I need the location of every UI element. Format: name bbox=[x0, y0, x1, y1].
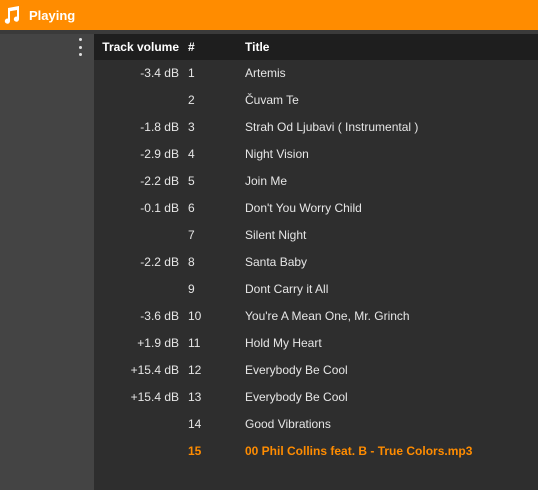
track-title-cell: Hold My Heart bbox=[245, 336, 322, 350]
table-row[interactable]: 14 Good Vibrations bbox=[94, 411, 538, 438]
track-title-cell: You're A Mean One, Mr. Grinch bbox=[245, 309, 410, 323]
track-number-cell: 11 bbox=[188, 336, 201, 350]
table-row[interactable]: -3.4 dB 1 Artemis bbox=[94, 60, 538, 87]
track-title-cell: 00 Phil Collins feat. B - True Colors.mp… bbox=[245, 444, 473, 458]
table-row[interactable]: 2 Čuvam Te bbox=[94, 87, 538, 114]
table-row[interactable]: -2.2 dB 8 Santa Baby bbox=[94, 249, 538, 276]
music-note-icon bbox=[1, 4, 23, 26]
track-volume-cell: +1.9 dB bbox=[137, 336, 179, 350]
track-title-cell: Night Vision bbox=[245, 147, 309, 161]
track-volume-cell: +15.4 dB bbox=[130, 390, 179, 404]
track-title-cell: Don't You Worry Child bbox=[245, 201, 362, 215]
track-volume-cell: -3.4 dB bbox=[140, 66, 179, 80]
track-number-cell: 4 bbox=[188, 147, 195, 161]
track-number-cell: 9 bbox=[188, 282, 195, 296]
playlist: Track volume # Title -3.4 dB 1 Artemis 2 Čuv… bbox=[94, 34, 538, 490]
track-volume-cell: -2.2 dB bbox=[140, 255, 179, 269]
table-row[interactable]: +15.4 dB 12 Everybody Be Cool bbox=[94, 357, 538, 384]
table-row-now-playing[interactable]: 15 00 Phil Collins feat. B - True Colors.… bbox=[94, 438, 538, 465]
track-title-cell: Join Me bbox=[245, 174, 288, 188]
table-row[interactable]: -2.9 dB 4 Night Vision bbox=[94, 141, 538, 168]
column-headers: Track volume # Title bbox=[94, 34, 538, 60]
column-header-title[interactable]: Title bbox=[245, 40, 535, 54]
track-title-cell: Čuvam Te bbox=[245, 93, 299, 107]
table-row[interactable]: -1.8 dB 3 Strah Od Ljubavi ( Instrumental … bbox=[94, 114, 538, 141]
track-number-cell: 1 bbox=[188, 66, 195, 80]
table-row[interactable]: -3.6 dB 10 You're A Mean One, Mr. Grinch bbox=[94, 303, 538, 330]
more-options-icon[interactable] bbox=[76, 38, 84, 56]
track-title-cell: Dont Carry it All bbox=[245, 282, 329, 296]
track-title-cell: Artemis bbox=[245, 66, 286, 80]
track-number-cell: 13 bbox=[188, 390, 202, 404]
track-volume-cell: -1.8 dB bbox=[140, 120, 179, 134]
track-volume-cell: -0.1 dB bbox=[140, 201, 179, 215]
column-header-number[interactable]: # bbox=[188, 40, 228, 54]
track-title-cell: Silent Night bbox=[245, 228, 307, 242]
left-pane bbox=[0, 34, 94, 490]
track-number-cell: 2 bbox=[188, 93, 195, 107]
track-number-cell: 8 bbox=[188, 255, 195, 269]
track-title-cell: Good Vibrations bbox=[245, 417, 331, 431]
column-header-track-volume[interactable]: Track volume bbox=[94, 40, 179, 54]
track-number-cell: 6 bbox=[188, 201, 195, 215]
table-row[interactable]: 7 Silent Night bbox=[94, 222, 538, 249]
track-volume-cell: -2.9 dB bbox=[140, 147, 179, 161]
track-number-cell: 14 bbox=[188, 417, 202, 431]
track-number-cell: 15 bbox=[188, 444, 202, 458]
table-row[interactable]: +1.9 dB 11 Hold My Heart bbox=[94, 330, 538, 357]
table-row[interactable]: 9 Dont Carry it All bbox=[94, 276, 538, 303]
track-title-cell: Strah Od Ljubavi ( Instrumental ) bbox=[245, 120, 419, 134]
table-row[interactable]: -2.2 dB 5 Join Me bbox=[94, 168, 538, 195]
track-volume-cell: +15.4 dB bbox=[130, 363, 179, 377]
track-title-cell: Everybody Be Cool bbox=[245, 390, 348, 404]
track-volume-cell: -3.6 dB bbox=[140, 309, 179, 323]
track-volume-cell: -2.2 dB bbox=[140, 174, 179, 188]
header-title: Playing bbox=[29, 7, 76, 23]
track-number-cell: 10 bbox=[188, 309, 202, 323]
track-number-cell: 12 bbox=[188, 363, 202, 377]
track-title-cell: Everybody Be Cool bbox=[245, 363, 348, 377]
track-number-cell: 3 bbox=[188, 120, 195, 134]
track-number-cell: 7 bbox=[188, 228, 195, 242]
track-number-cell: 5 bbox=[188, 174, 195, 188]
track-title-cell: Santa Baby bbox=[245, 255, 308, 269]
table-row[interactable]: -0.1 dB 6 Don't You Worry Child bbox=[94, 195, 538, 222]
table-row[interactable]: +15.4 dB 13 Everybody Be Cool bbox=[94, 384, 538, 411]
playing-header: Playing bbox=[0, 0, 538, 30]
